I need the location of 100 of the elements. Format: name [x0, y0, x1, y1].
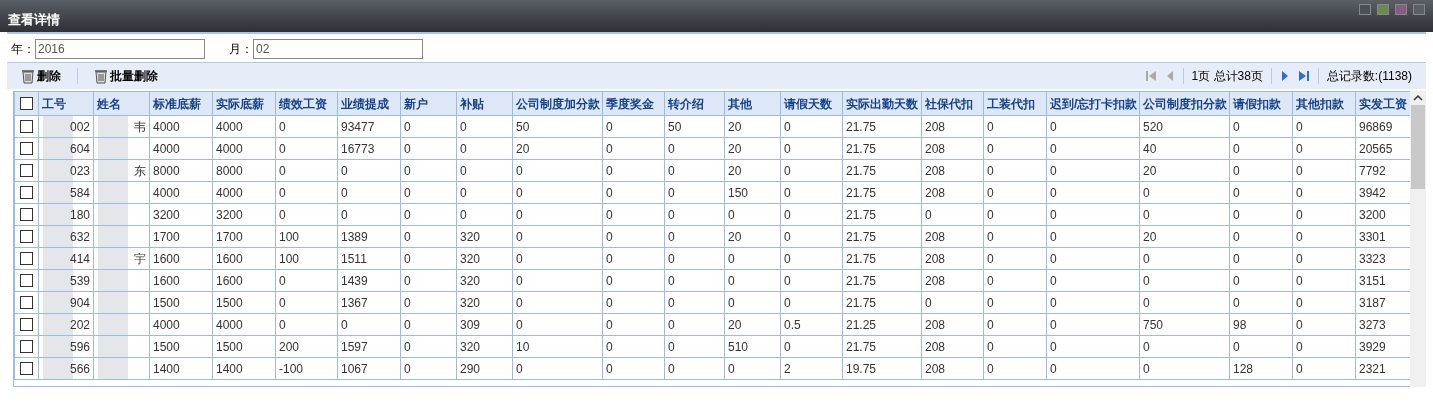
table-cell: 4000: [216, 119, 243, 134]
column-header[interactable]: 转介绍: [664, 91, 725, 116]
column-header[interactable]: 新户: [400, 91, 457, 116]
column-header[interactable]: 请假天数: [780, 91, 843, 116]
column-header[interactable]: 公司制度扣分款: [1139, 91, 1230, 116]
column-header[interactable]: 其他: [724, 91, 781, 116]
table-cell: 0: [516, 361, 523, 376]
table-cell: 7792: [1359, 163, 1386, 178]
table-cell: 0: [1296, 317, 1303, 332]
table-cell: 0: [1233, 119, 1240, 134]
table-cell: 0: [516, 251, 523, 266]
table-cell: 320: [460, 229, 481, 244]
column-header[interactable]: 标准底薪: [149, 91, 213, 116]
next-page-icon[interactable]: [1279, 70, 1290, 82]
column-header[interactable]: 社保代扣: [921, 91, 984, 116]
table-cell: 1400: [216, 361, 243, 376]
redaction-blur: [98, 336, 128, 357]
table-cell: 0: [1233, 207, 1240, 222]
table-cell: 100: [279, 229, 300, 244]
table-cell: 20: [728, 141, 742, 156]
column-header[interactable]: 其他扣款: [1292, 91, 1356, 116]
table-cell: 1389: [341, 229, 368, 244]
column-header[interactable]: 实际出勤天数: [842, 91, 922, 116]
table-cell: 0: [668, 141, 675, 156]
table-cell: 320: [460, 251, 481, 266]
checkbox[interactable]: [20, 362, 33, 375]
checkbox[interactable]: [20, 296, 33, 309]
table-cell: 202: [69, 317, 90, 332]
table-cell: 320: [460, 295, 481, 310]
column-header[interactable]: 补贴: [456, 91, 513, 116]
table-cell: 596: [69, 339, 90, 354]
table-cell: 0: [987, 251, 994, 266]
table-cell: 16773: [341, 141, 375, 156]
table-cell: 0: [987, 339, 994, 354]
table-cell: 4000: [216, 185, 243, 200]
table-cell: 180: [69, 207, 90, 222]
table-cell: 0: [987, 317, 994, 332]
table-cell: 0: [1143, 251, 1150, 266]
table-cell: 0: [516, 229, 523, 244]
redaction-blur: [98, 204, 128, 225]
table-cell: 0: [1233, 295, 1240, 310]
checkbox[interactable]: [20, 252, 33, 265]
checkbox[interactable]: [20, 120, 33, 133]
last-page-icon[interactable]: [1297, 70, 1310, 82]
input-field[interactable]: 02: [253, 39, 423, 59]
table-cell: 0: [404, 185, 411, 200]
table-cell: 0: [1050, 141, 1057, 156]
table-cell: 023: [69, 163, 90, 178]
delete-button[interactable]: 删除: [21, 67, 61, 85]
column-header[interactable]: 请假扣款: [1229, 91, 1293, 116]
scroll-thumb[interactable]: [1411, 105, 1425, 189]
checkbox[interactable]: [20, 97, 33, 110]
table-cell: 1511: [341, 251, 367, 266]
column-header[interactable]: 迟到/忘打卡扣款: [1046, 91, 1140, 116]
checkbox[interactable]: [20, 208, 33, 221]
input-field[interactable]: 2016: [35, 39, 205, 59]
table-cell: 0: [728, 207, 735, 222]
table-cell: 0: [1233, 141, 1240, 156]
table-cell: 0: [1050, 361, 1057, 376]
column-header[interactable]: 业绩提成: [337, 91, 401, 116]
table-cell: 0: [606, 295, 613, 310]
table-cell: 320: [460, 339, 481, 354]
table-cell: 0: [460, 207, 467, 222]
delete-button[interactable]: 批量删除: [94, 67, 158, 85]
checkbox[interactable]: [20, 318, 33, 331]
column-header[interactable]: 绩效工资: [275, 91, 338, 116]
checkbox[interactable]: [20, 274, 33, 287]
table-cell: 0: [1050, 317, 1057, 332]
column-header[interactable]: 姓名: [93, 91, 150, 116]
column-header[interactable]: 实际底薪: [212, 91, 276, 116]
checkbox[interactable]: [20, 230, 33, 243]
table-cell: 002: [69, 119, 90, 134]
table-cell: 93477: [341, 119, 375, 134]
column-header[interactable]: 工装代扣: [983, 91, 1047, 116]
table-cell: 21.75: [846, 163, 877, 178]
checkbox[interactable]: [20, 142, 33, 155]
checkbox[interactable]: [20, 186, 33, 199]
column-header[interactable]: 季度奖金: [602, 91, 665, 116]
table-cell: 0: [341, 163, 348, 178]
column-header[interactable]: 公司制度加分款: [512, 91, 603, 116]
table-cell: 2321: [1359, 361, 1386, 376]
table-cell: 1500: [216, 339, 243, 354]
table-cell: 0: [668, 273, 675, 288]
table-cell: 0: [1050, 163, 1057, 178]
table-cell: 0: [1296, 295, 1303, 310]
checkbox[interactable]: [20, 340, 33, 353]
checkbox[interactable]: [20, 164, 33, 177]
table-cell: 0: [1143, 339, 1150, 354]
table-cell: 21.75: [846, 229, 877, 244]
table-cell: 0: [784, 339, 791, 354]
redaction-blur: [98, 160, 128, 181]
table-cell: 208: [925, 251, 946, 266]
table-cell: 0: [784, 141, 791, 156]
column-header[interactable]: 工号: [38, 91, 94, 116]
table-cell: 0: [606, 185, 613, 200]
table-cell: 0: [1050, 229, 1057, 244]
page-info: 1页 总计38页: [1191, 68, 1263, 85]
table-cell: 0: [516, 207, 523, 222]
table-cell: 0: [404, 273, 411, 288]
scrollbar[interactable]: [1410, 91, 1426, 387]
